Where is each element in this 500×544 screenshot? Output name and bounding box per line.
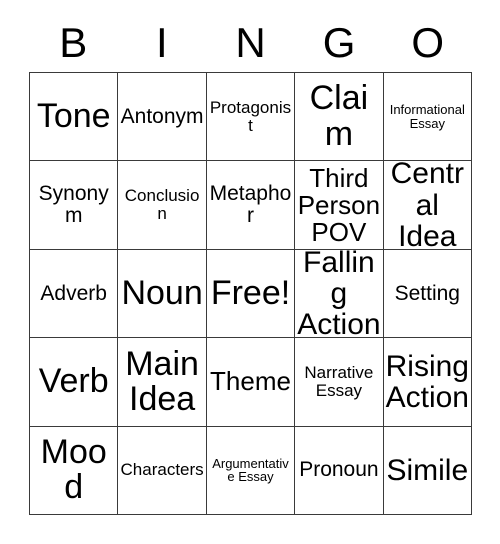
bingo-cell-label: Third Person POV <box>297 162 381 247</box>
bingo-cell-label: Central Idea <box>390 161 464 250</box>
bingo-cell-label: Claim <box>309 79 369 153</box>
bingo-cell[interactable]: Mood <box>30 426 119 515</box>
bingo-cell-label: Simile <box>386 453 469 487</box>
bingo-cell[interactable]: Noun <box>118 249 207 339</box>
bingo-header-row: BINGO <box>29 14 472 72</box>
bingo-header-letter-g: G <box>322 19 356 66</box>
bingo-cell[interactable]: Simile <box>383 426 472 515</box>
bingo-cell[interactable]: Narrative Essay <box>295 338 384 427</box>
bingo-cell-label: Noun <box>121 273 203 312</box>
bingo-cell-label: Protagonist <box>209 98 292 135</box>
bingo-cell[interactable]: Theme <box>206 338 296 427</box>
bingo-cell-label: Setting <box>394 281 460 305</box>
bingo-cell[interactable]: Tone <box>30 73 119 162</box>
bingo-cell[interactable]: Claim <box>295 73 384 162</box>
bingo-cell-label: Informational Essay <box>389 102 465 131</box>
bingo-cell-label: Adverb <box>40 281 107 305</box>
bingo-cell[interactable]: Metaphor <box>206 161 296 250</box>
bingo-grid: Tone Antonym Protagonist Claim Informational… <box>29 72 472 515</box>
bingo-cell[interactable]: Argumentative Essay <box>206 426 296 515</box>
bingo-cell[interactable]: Informational Essay <box>383 73 472 162</box>
bingo-cell-label: Main Idea <box>125 344 199 418</box>
bingo-header-letter-n: N <box>235 19 266 66</box>
bingo-cell[interactable]: Adverb <box>30 249 119 339</box>
bingo-cell[interactable]: Falling Action <box>295 249 384 339</box>
bingo-cell-label: Mood <box>40 432 107 507</box>
bingo-cell-label: Antonym <box>120 104 204 128</box>
bingo-header-letter-b: B <box>59 19 88 66</box>
bingo-cell[interactable]: Protagonist <box>206 73 296 162</box>
bingo-header-letter-o: O <box>411 19 445 66</box>
bingo-cell-label: Argumentative Essay <box>212 455 289 485</box>
bingo-cell[interactable]: Third Person POV <box>295 161 384 250</box>
bingo-card: B I N G O Tone Antonym Protagonist Claim Informa… <box>0 0 500 544</box>
bingo-cell[interactable]: Central Idea <box>383 161 472 250</box>
bingo-cell-label: Synonym <box>38 182 109 228</box>
bingo-cell-label: Theme <box>210 366 291 397</box>
bingo-cell[interactable]: Antonym <box>118 73 207 162</box>
bingo-cell-label: Free! <box>210 273 291 312</box>
bingo-cell[interactable]: Conclusion <box>118 161 207 250</box>
bingo-cell-label: Narrative Essay <box>304 363 374 400</box>
bingo-cell[interactable]: Pronoun <box>295 426 384 515</box>
bingo-cell[interactable]: Rising Action <box>383 338 472 427</box>
bingo-cell-label: Tone <box>36 97 111 136</box>
bingo-cell-label: Characters <box>120 460 204 480</box>
bingo-cell-label: Pronoun <box>299 458 379 482</box>
bingo-cell[interactable]: Characters <box>118 426 207 515</box>
bingo-free-space-cell[interactable]: Free! <box>206 249 296 339</box>
bingo-header-letter-i: I <box>156 19 168 66</box>
bingo-cell-label: Metaphor <box>209 182 292 228</box>
bingo-cell-label: Verb <box>38 362 109 401</box>
bingo-cell[interactable]: Setting <box>383 249 472 339</box>
bingo-cell[interactable]: Main Idea <box>118 338 207 427</box>
bingo-cell-label: Conclusion <box>124 186 200 224</box>
bingo-cell[interactable]: Verb <box>30 338 119 427</box>
bingo-cell[interactable]: Synonym <box>30 161 119 250</box>
bingo-cell-label: Rising Action <box>385 349 469 414</box>
bingo-cell-label: Falling Action <box>297 249 381 339</box>
